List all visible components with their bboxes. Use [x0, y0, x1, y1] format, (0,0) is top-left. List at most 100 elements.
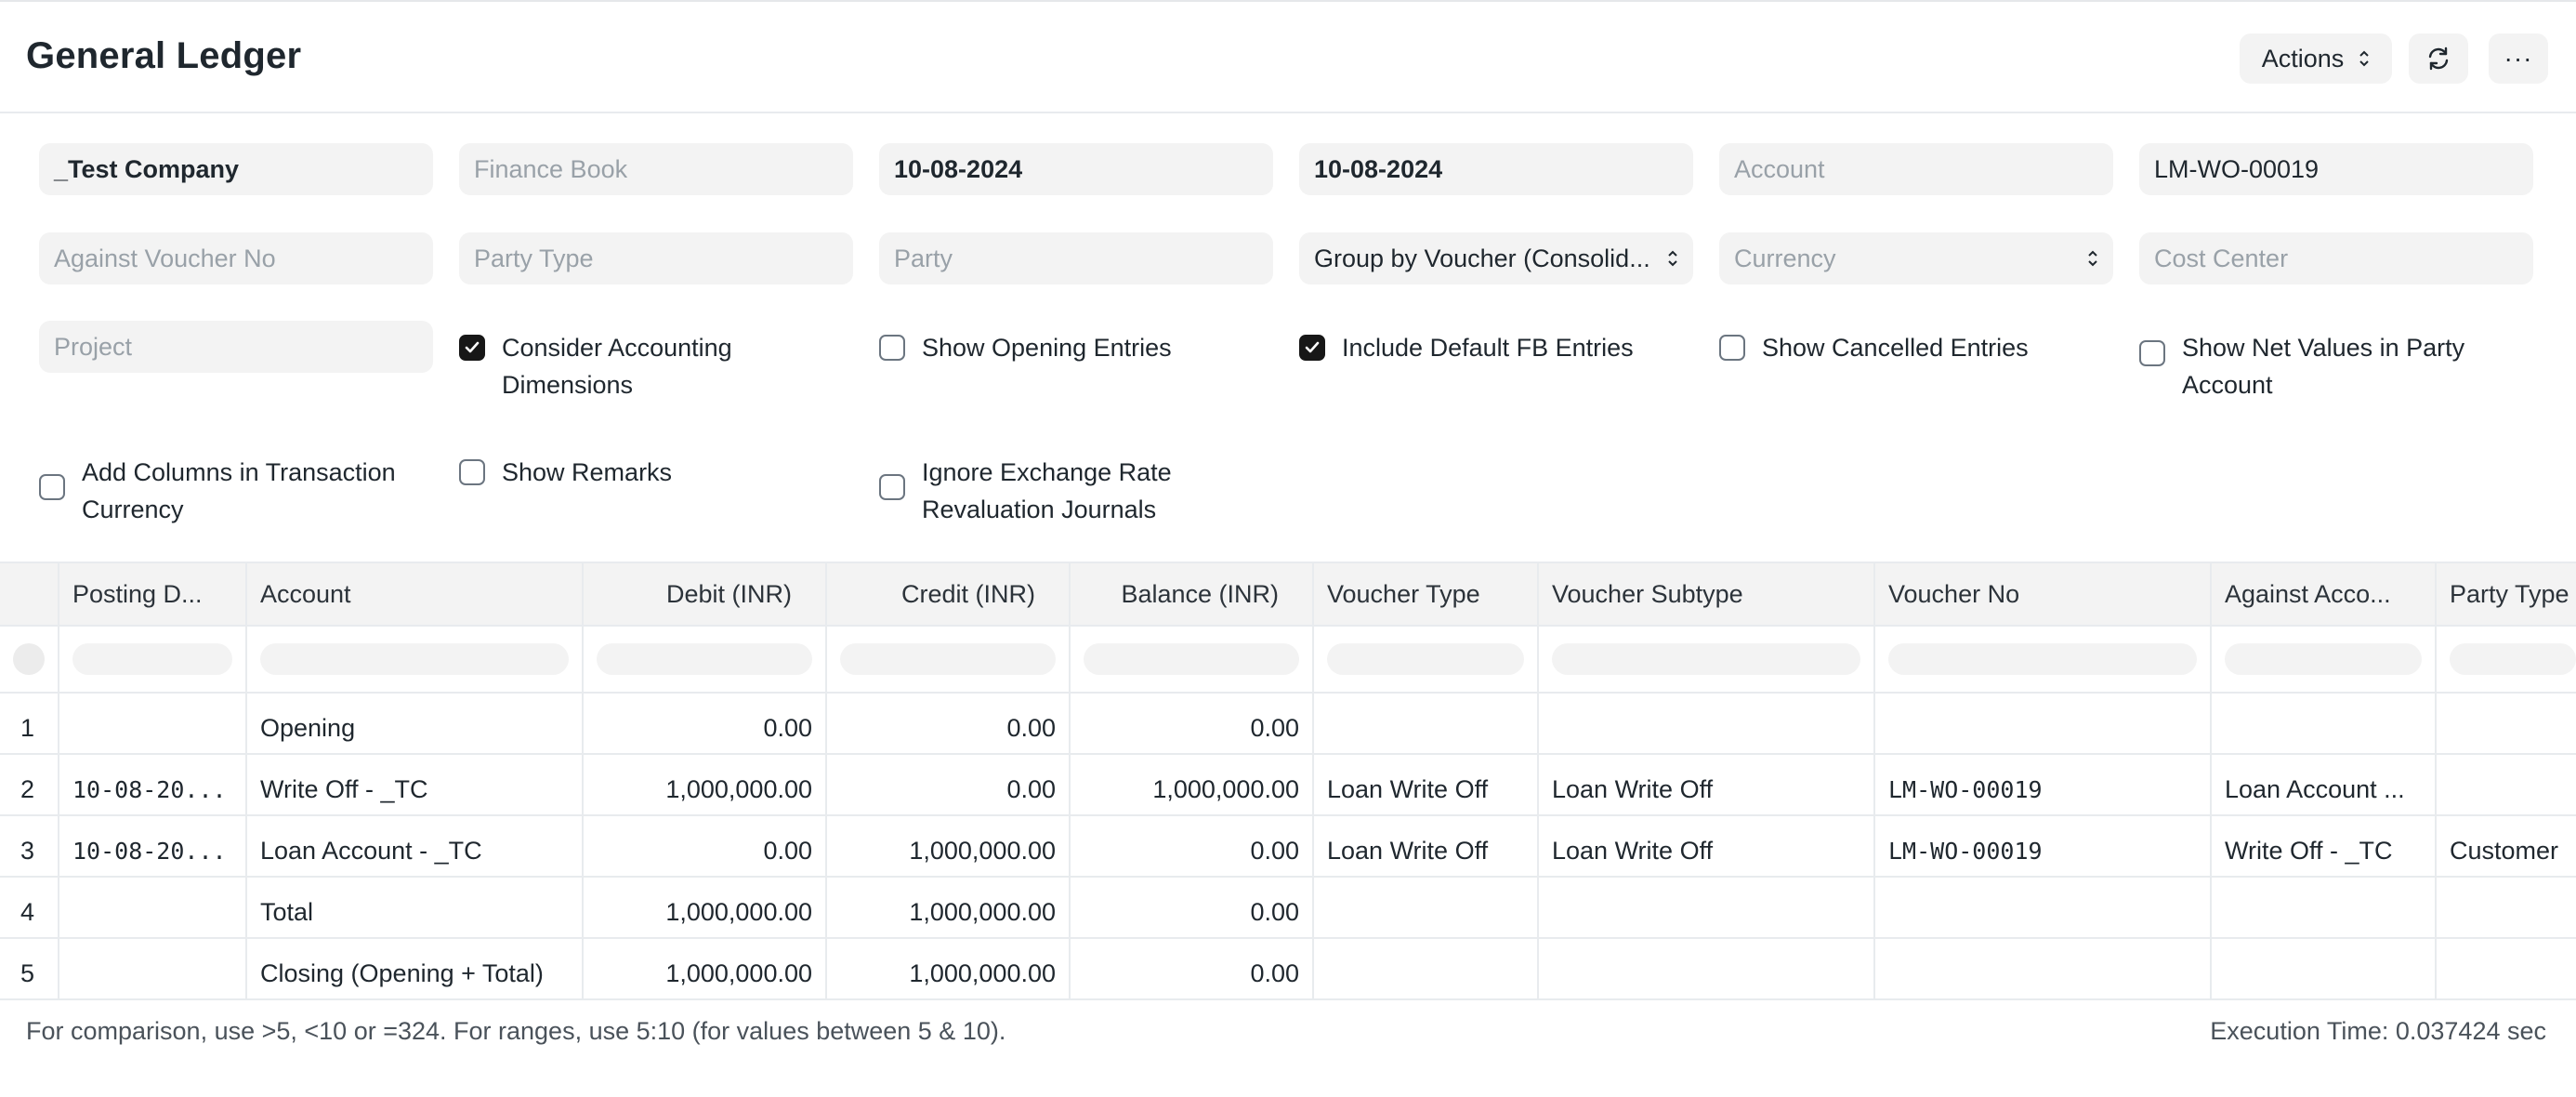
column-header-voucher-subtype[interactable]: Voucher Subtype [1539, 563, 1875, 625]
include-default-fb-entries-checkbox[interactable]: Include Default FB Entries [1299, 329, 1634, 366]
cell-against-account[interactable] [2212, 694, 2437, 753]
cell-credit[interactable]: 1,000,000.00 [827, 816, 1071, 876]
cell-balance[interactable]: 0.00 [1071, 878, 1314, 937]
cell-voucher-no[interactable] [1875, 939, 2212, 998]
table-row[interactable]: 1 Opening 0.00 0.00 0.00 [0, 694, 2576, 755]
column-filter-input[interactable] [584, 627, 827, 692]
currency-select[interactable]: Currency [1719, 232, 2113, 284]
show-remarks-checkbox[interactable]: Show Remarks [459, 454, 672, 491]
table-row[interactable]: 3 10-08-20... Loan Account - _TC 0.00 1,… [0, 816, 2576, 878]
table-row[interactable]: 5 Closing (Opening + Total) 1,000,000.00… [0, 939, 2576, 1000]
cell-against-account[interactable] [2212, 878, 2437, 937]
ignore-exchange-rate-revaluation-journals-checkbox[interactable]: Ignore Exchange Rate Revaluation Journals [879, 454, 1172, 528]
cell-voucher-subtype[interactable] [1539, 939, 1875, 998]
cell-account[interactable]: Closing (Opening + Total) [247, 939, 584, 998]
column-filter-input[interactable] [1071, 627, 1314, 692]
cell-credit[interactable]: 1,000,000.00 [827, 878, 1071, 937]
cell-posting-date[interactable]: 10-08-20... [59, 755, 247, 814]
column-header-account[interactable]: Account [247, 563, 584, 625]
cell-balance[interactable]: 0.00 [1071, 939, 1314, 998]
table-row[interactable]: 2 10-08-20... Write Off - _TC 1,000,000.… [0, 755, 2576, 816]
column-filter-input[interactable] [59, 627, 247, 692]
finance-book-field[interactable]: Finance Book [459, 143, 853, 195]
cell-against-account[interactable]: Write Off - _TC [2212, 816, 2437, 876]
cell-voucher-type[interactable] [1314, 939, 1539, 998]
checkbox-unchecked[interactable] [879, 335, 905, 361]
column-filter-input[interactable] [1875, 627, 2212, 692]
cell-credit[interactable]: 0.00 [827, 694, 1071, 753]
table-row[interactable]: 4 Total 1,000,000.00 1,000,000.00 0.00 [0, 878, 2576, 939]
against-voucher-no-field[interactable]: Against Voucher No [39, 232, 433, 284]
cell-party-type[interactable] [2437, 755, 2576, 814]
cell-voucher-no[interactable] [1875, 878, 2212, 937]
cell-voucher-subtype[interactable]: Loan Write Off [1539, 755, 1875, 814]
checkbox-checked[interactable] [1299, 335, 1325, 361]
cell-voucher-subtype[interactable] [1539, 878, 1875, 937]
cell-account[interactable]: Loan Account - _TC [247, 816, 584, 876]
party-field[interactable]: Party [879, 232, 1273, 284]
cell-voucher-no[interactable] [1875, 694, 2212, 753]
from-date-field[interactable]: 10-08-2024 [879, 143, 1273, 195]
cell-account[interactable]: Write Off - _TC [247, 755, 584, 814]
cell-balance[interactable]: 0.00 [1071, 816, 1314, 876]
cell-posting-date[interactable] [59, 694, 247, 753]
checkbox-unchecked[interactable] [2139, 340, 2165, 366]
cell-against-account[interactable] [2212, 939, 2437, 998]
cell-voucher-no[interactable]: LM-WO-00019 [1875, 755, 2212, 814]
cell-voucher-subtype[interactable] [1539, 694, 1875, 753]
cell-against-account[interactable]: Loan Account ... [2212, 755, 2437, 814]
cell-voucher-type[interactable]: Loan Write Off [1314, 755, 1539, 814]
checkbox-unchecked[interactable] [879, 474, 905, 500]
group-by-select[interactable]: Group by Voucher (Consolid... [1299, 232, 1693, 284]
cell-party-type[interactable] [2437, 878, 2576, 937]
cell-credit[interactable]: 0.00 [827, 755, 1071, 814]
cell-party-type[interactable] [2437, 694, 2576, 753]
cell-balance[interactable]: 0.00 [1071, 694, 1314, 753]
cell-account[interactable]: Opening [247, 694, 584, 753]
cell-voucher-type[interactable] [1314, 694, 1539, 753]
show-cancelled-entries-checkbox[interactable]: Show Cancelled Entries [1719, 329, 2029, 366]
cell-voucher-type[interactable]: Loan Write Off [1314, 816, 1539, 876]
project-field[interactable]: Project [39, 321, 433, 373]
column-header-debit[interactable]: Debit (INR) [584, 563, 827, 625]
cell-debit[interactable]: 1,000,000.00 [584, 878, 827, 937]
cell-balance[interactable]: 1,000,000.00 [1071, 755, 1314, 814]
account-field[interactable]: Account [1719, 143, 2113, 195]
actions-button[interactable]: Actions [2240, 33, 2392, 84]
column-header-against-account[interactable]: Against Acco... [2212, 563, 2437, 625]
cell-credit[interactable]: 1,000,000.00 [827, 939, 1071, 998]
column-filter-input[interactable] [2437, 627, 2576, 692]
column-filter-input[interactable] [1539, 627, 1875, 692]
cell-debit[interactable]: 0.00 [584, 816, 827, 876]
column-filter-input[interactable] [827, 627, 1071, 692]
cost-center-field[interactable]: Cost Center [2139, 232, 2533, 284]
cell-posting-date[interactable] [59, 878, 247, 937]
consider-accounting-dimensions-checkbox[interactable]: Consider Accounting Dimensions [459, 329, 732, 403]
cell-party-type[interactable] [2437, 939, 2576, 998]
add-columns-in-transaction-currency-checkbox[interactable]: Add Columns in Transaction Currency [39, 454, 396, 528]
cell-debit[interactable]: 1,000,000.00 [584, 755, 827, 814]
checkbox-unchecked[interactable] [459, 459, 485, 485]
party-type-field[interactable]: Party Type [459, 232, 853, 284]
cell-posting-date[interactable] [59, 939, 247, 998]
show-opening-entries-checkbox[interactable]: Show Opening Entries [879, 329, 1172, 366]
voucher-no-field[interactable]: LM-WO-00019 [2139, 143, 2533, 195]
cell-voucher-type[interactable] [1314, 878, 1539, 937]
cell-debit[interactable]: 1,000,000.00 [584, 939, 827, 998]
company-field[interactable]: _Test Company [39, 143, 433, 195]
column-header-voucher-type[interactable]: Voucher Type [1314, 563, 1539, 625]
column-filter-input[interactable] [2212, 627, 2437, 692]
column-filter-input[interactable] [1314, 627, 1539, 692]
column-header-credit[interactable]: Credit (INR) [827, 563, 1071, 625]
show-net-values-in-party-account-checkbox[interactable]: Show Net Values in Party Account [2139, 329, 2464, 403]
cell-posting-date[interactable]: 10-08-20... [59, 816, 247, 876]
checkbox-unchecked[interactable] [1719, 335, 1745, 361]
column-header-posting-date[interactable]: Posting D... [59, 563, 247, 625]
checkbox-checked[interactable] [459, 335, 485, 361]
cell-party-type[interactable]: Customer [2437, 816, 2576, 876]
to-date-field[interactable]: 10-08-2024 [1299, 143, 1693, 195]
cell-account[interactable]: Total [247, 878, 584, 937]
column-header-party-type[interactable]: Party Type [2437, 563, 2576, 625]
cell-voucher-no[interactable]: LM-WO-00019 [1875, 816, 2212, 876]
column-header-voucher-no[interactable]: Voucher No [1875, 563, 2212, 625]
